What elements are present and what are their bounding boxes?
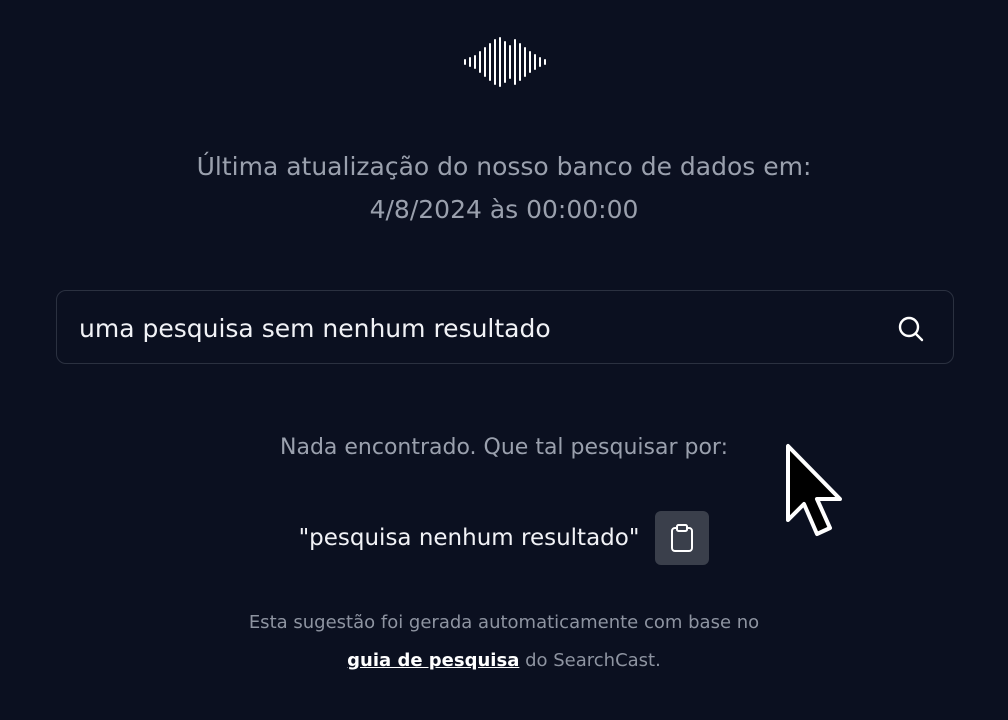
suggestion-footnote-line2: guia de pesquisa do SearchCast. (0, 646, 1008, 676)
database-update-label: Última atualização do nosso banco de dad… (196, 152, 812, 181)
search-box (56, 290, 954, 364)
copy-suggestion-button[interactable] (655, 511, 710, 565)
database-update-timestamp: 4/8/2024 às 00:00:00 (369, 195, 639, 224)
empty-results-message: Nada encontrado. Que tal pesquisar por: (280, 435, 728, 460)
suggestion-footnote: Esta sugestão foi gerada automaticamente… (248, 612, 760, 633)
search-guide-link[interactable]: guia de pesquisa (347, 650, 519, 671)
waveform-logo-icon (464, 37, 546, 87)
search-icon (898, 316, 924, 342)
clipboard-icon (671, 524, 694, 552)
suggestion-row: "pesquisa nenhum resultado" (0, 510, 1008, 566)
search-button[interactable] (893, 311, 929, 347)
search-suggestion[interactable]: "pesquisa nenhum resultado" (299, 510, 640, 566)
footnote-suffix: do SearchCast. (519, 650, 661, 671)
search-input[interactable] (79, 309, 859, 347)
